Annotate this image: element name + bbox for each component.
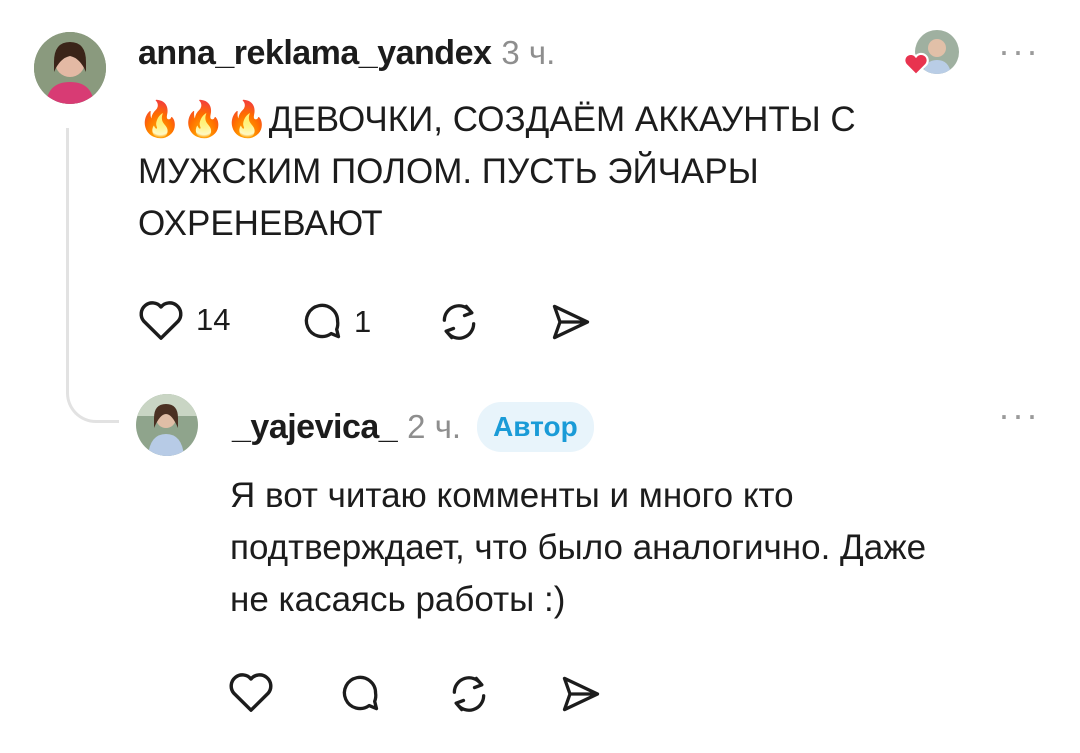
comment-icon: [342, 675, 379, 711]
comment-text-line: не касаясь работы :): [230, 580, 566, 619]
like-button[interactable]: [228, 670, 274, 714]
share-icon: [562, 676, 600, 712]
reply-button[interactable]: [338, 672, 382, 716]
comment-header: _yajevica_ 2 ч. Автор: [232, 402, 594, 452]
avatar-image: [136, 394, 198, 456]
share-button[interactable]: [558, 672, 604, 716]
timestamp: 3 ч.: [501, 34, 556, 71]
comment-icon: [304, 303, 341, 339]
comment-header: anna_reklama_yandex 3 ч.: [138, 34, 555, 73]
comment-text-line: МУЖСКИМ ПОЛОМ. ПУСТЬ ЭЙЧАРЫ: [138, 152, 759, 191]
reply-count: 1: [354, 304, 372, 339]
comment-text-line: Я вот читаю комменты и много кто: [230, 476, 794, 515]
author-badge: Автор: [477, 402, 594, 452]
timestamp: 2 ч.: [407, 408, 462, 445]
comment-actions: [228, 670, 648, 720]
comment-text: 🔥🔥🔥ДЕВОЧКИ, СОЗДАЁМ АККАУНТЫ С МУЖСКИМ П…: [138, 94, 1038, 250]
avatar[interactable]: [136, 394, 198, 456]
repost-icon: [452, 676, 486, 712]
share-button[interactable]: [548, 300, 594, 344]
comment-text-line: подтверждает, что было аналогично. Даже: [230, 528, 927, 567]
comment-text-line: ОХРЕНЕВАЮТ: [138, 204, 383, 243]
username[interactable]: anna_reklama_yandex: [138, 34, 492, 72]
thread-connector-line: [66, 128, 119, 423]
more-icon[interactable]: ···: [998, 394, 1040, 436]
comment-actions: 14 1: [138, 298, 658, 348]
avatar[interactable]: [34, 32, 106, 104]
reply-button[interactable]: 1: [300, 300, 371, 344]
heart-icon: [903, 52, 929, 76]
heart-icon: [139, 301, 183, 340]
heart-icon: [229, 673, 273, 712]
like-count: 14: [196, 302, 231, 337]
like-button[interactable]: 14: [138, 298, 230, 342]
author-liked-indicator: [903, 28, 963, 78]
comment-text-line: 🔥🔥🔥ДЕВОЧКИ, СОЗДАЁМ АККАУНТЫ С: [138, 100, 856, 139]
username[interactable]: _yajevica_: [232, 408, 398, 447]
comment-text: Я вот читаю комменты и много кто подтвер…: [230, 470, 1050, 626]
repost-button[interactable]: [436, 300, 482, 344]
avatar-image: [34, 32, 106, 104]
repost-icon: [442, 304, 476, 340]
share-icon: [552, 304, 590, 340]
more-icon[interactable]: ···: [998, 30, 1040, 72]
repost-button[interactable]: [446, 672, 492, 716]
